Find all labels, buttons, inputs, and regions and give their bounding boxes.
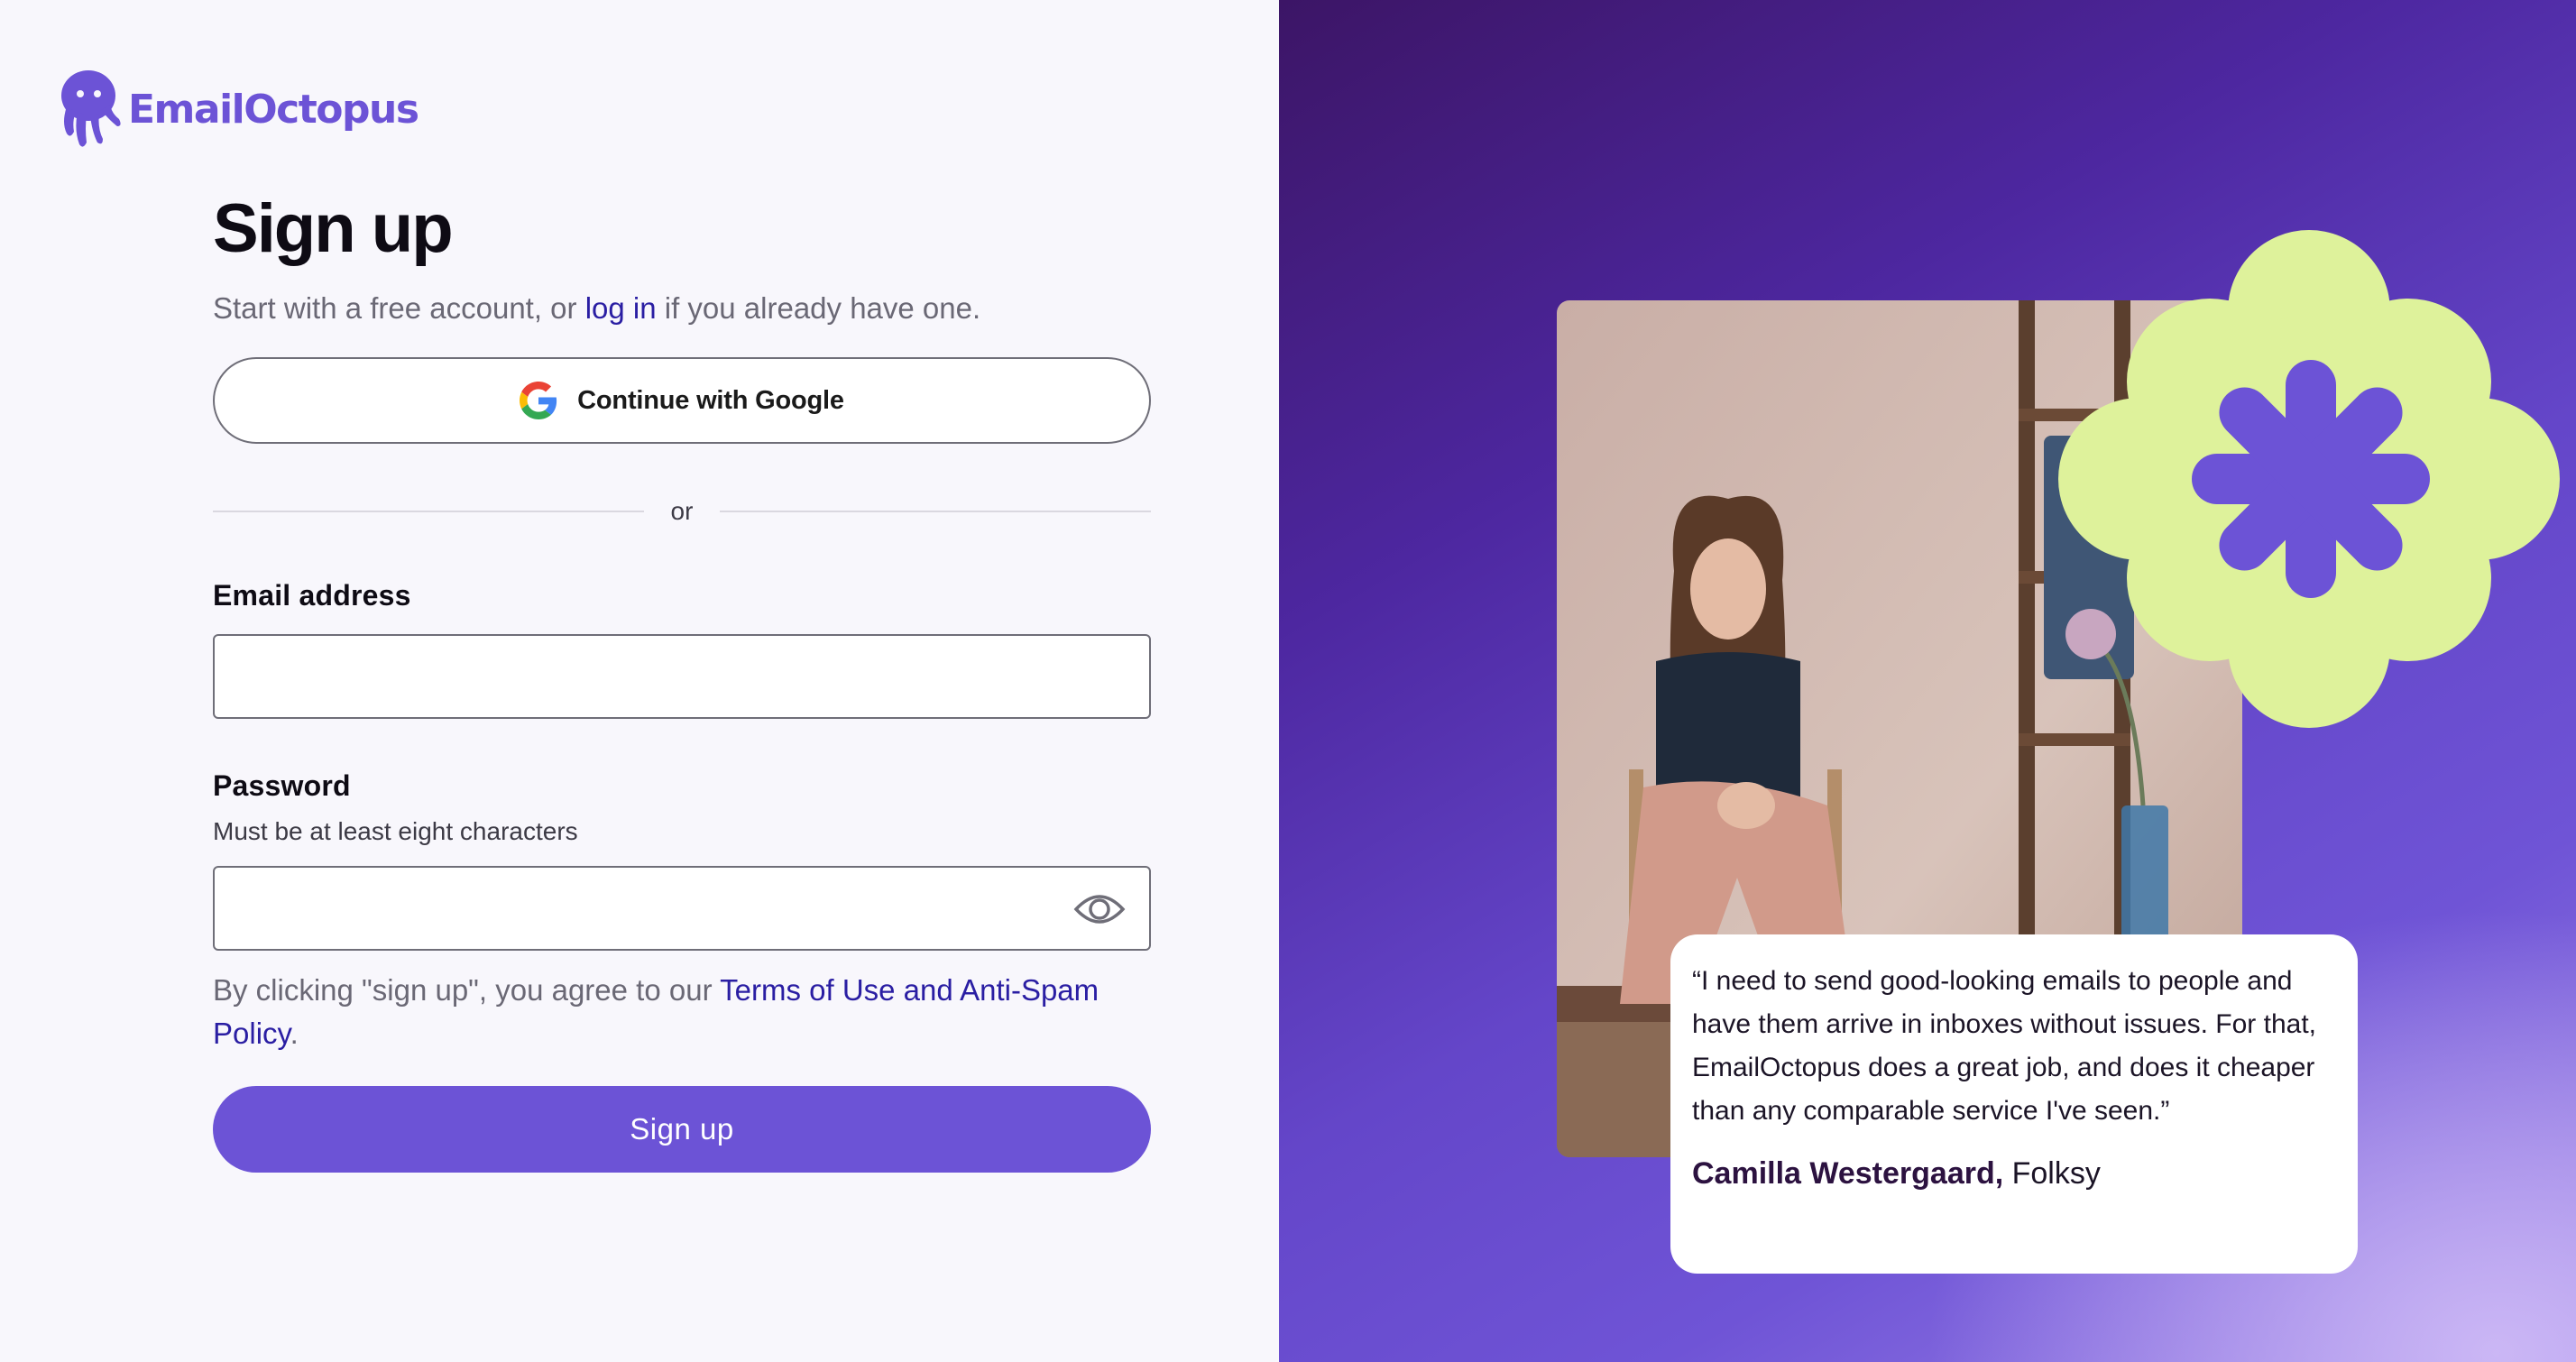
terms-text-post: . <box>290 1017 299 1050</box>
google-g-icon <box>520 382 557 419</box>
testimonial-quote: “I need to send good-looking emails to p… <box>1692 966 2316 1126</box>
divider-line-right <box>720 511 1151 512</box>
testimonial-card: “I need to send good-looking emails to p… <box>1670 934 2358 1274</box>
email-field[interactable] <box>213 634 1151 719</box>
logo[interactable]: EmailOctopus <box>58 67 419 152</box>
divider-text: or <box>670 497 694 525</box>
subtitle-text-pre: Start with a free account, or <box>213 291 585 325</box>
terms-notice: By clicking "sign up", you agree to our … <box>213 969 1151 1055</box>
testimonial-panel: “I need to send good-looking emails to p… <box>1279 0 2576 1362</box>
terms-text-pre: By clicking "sign up", you agree to our <box>213 973 721 1007</box>
login-link[interactable]: log in <box>585 291 657 325</box>
author-name: Camilla Westergaard, <box>1692 1156 2004 1191</box>
email-label: Email address <box>213 579 411 612</box>
sign-up-button[interactable]: Sign up <box>213 1086 1151 1173</box>
password-hint: Must be at least eight characters <box>213 817 578 845</box>
flower-asterisk-icon <box>2058 230 2560 728</box>
continue-with-google-button[interactable]: Continue with Google <box>213 357 1151 444</box>
divider-line-left <box>213 511 644 512</box>
author-company: Folksy <box>2003 1156 2101 1191</box>
eye-icon[interactable] <box>1073 889 1126 929</box>
signup-subtitle: Start with a free account, or log in if … <box>213 289 1151 328</box>
logo-wordmark: EmailOctopus <box>128 86 419 133</box>
signup-panel: EmailOctopus Sign up Start with a free a… <box>0 0 1279 1362</box>
password-field[interactable] <box>213 866 1151 951</box>
octopus-logo-icon <box>61 70 121 147</box>
google-button-label: Continue with Google <box>577 385 844 415</box>
signup-form: Sign up Start with a free account, or lo… <box>213 189 1151 1173</box>
or-divider: or <box>213 498 1151 525</box>
testimonial-author: Camilla Westergaard, Folksy <box>1692 1156 2336 1192</box>
page-title: Sign up <box>213 190 454 267</box>
password-label: Password <box>213 769 351 802</box>
subtitle-text-post: if you already have one. <box>656 291 981 325</box>
